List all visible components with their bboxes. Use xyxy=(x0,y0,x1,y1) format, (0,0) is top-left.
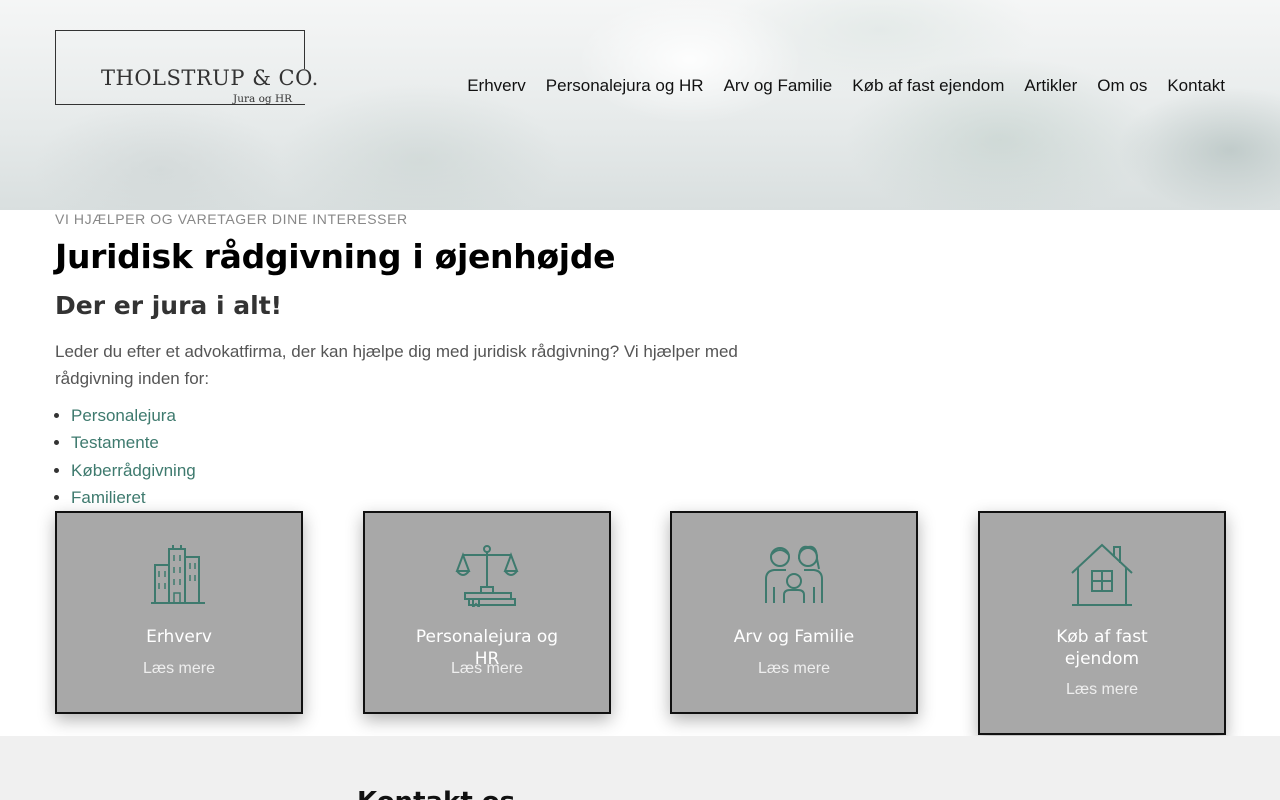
service-link-personalejura[interactable]: Personalejura xyxy=(71,406,176,425)
logo-name: THOLSTRUP & CO. xyxy=(101,66,319,90)
nav-item-artikler[interactable]: Artikler xyxy=(1024,76,1077,96)
card-title: Arv og Familie xyxy=(733,627,855,647)
read-more-link[interactable]: Læs mere xyxy=(365,660,609,678)
read-more-link[interactable]: Læs mere xyxy=(57,660,301,678)
nav-item-koeb-af-fast-ejendom[interactable]: Køb af fast ejendom xyxy=(852,76,1004,96)
family-icon xyxy=(765,545,823,603)
read-more-link[interactable]: Læs mere xyxy=(672,660,916,678)
contact-band: Kontakt os ... xyxy=(0,736,1280,800)
list-item: Testamente xyxy=(71,429,196,456)
service-card-personalejura[interactable]: Personalejura og HR Læs mere xyxy=(363,511,611,714)
list-item: Familieret xyxy=(71,484,196,511)
nav-item-personalejura[interactable]: Personalejura og HR xyxy=(546,76,704,96)
page-subtitle: Der er jura i alt! xyxy=(55,291,283,320)
logo-subtitle: Jura og HR xyxy=(233,93,293,105)
service-link-familieret[interactable]: Familieret xyxy=(71,488,146,507)
buildings-icon xyxy=(151,545,205,604)
read-more-link[interactable]: Læs mere xyxy=(980,681,1224,699)
service-card-koeb-af-fast-ejendom[interactable]: Køb af fast ejendom Læs mere xyxy=(978,511,1226,735)
service-card-arv-og-familie[interactable]: Arv og Familie Læs mere xyxy=(670,511,918,714)
nav-item-arv-og-familie[interactable]: Arv og Familie xyxy=(724,76,833,96)
list-item: Personalejura xyxy=(71,402,196,429)
list-item: Køberrådgivning xyxy=(71,457,196,484)
nav-item-kontakt[interactable]: Kontakt xyxy=(1167,76,1225,96)
card-title: Køb af fast ejendom xyxy=(1056,627,1148,669)
intro-text: Leder du efter et advokatfirma, der kan … xyxy=(55,342,738,388)
card-title: Erhverv xyxy=(146,627,212,647)
service-link-koeberraadgivning[interactable]: Køberrådgivning xyxy=(71,461,196,480)
main-nav: Erhverv Personalejura og HR Arv og Famil… xyxy=(467,76,1225,96)
service-card-erhverv[interactable]: Erhverv Læs mere xyxy=(55,511,303,714)
nav-item-om-os[interactable]: Om os xyxy=(1097,76,1147,96)
services-list: Personalejura Testamente Køberrådgivning… xyxy=(55,402,196,511)
service-link-testamente[interactable]: Testamente xyxy=(71,433,159,452)
eyebrow-text: VI HJÆLPER OG VARETAGER DINE INTERESSER xyxy=(55,211,408,227)
scales-icon xyxy=(455,545,519,607)
site-header: THOLSTRUP & CO. Jura og HR Erhverv Perso… xyxy=(0,0,1280,210)
band-title-text: Kontakt os ... xyxy=(357,789,554,800)
band-title: Kontakt os ... xyxy=(357,789,554,800)
logo[interactable]: THOLSTRUP & CO. Jura og HR xyxy=(55,30,318,105)
house-icon xyxy=(1071,543,1133,606)
nav-item-erhverv[interactable]: Erhverv xyxy=(467,76,526,96)
page-title: Juridisk rådgivning i øjenhøjde xyxy=(55,237,616,276)
